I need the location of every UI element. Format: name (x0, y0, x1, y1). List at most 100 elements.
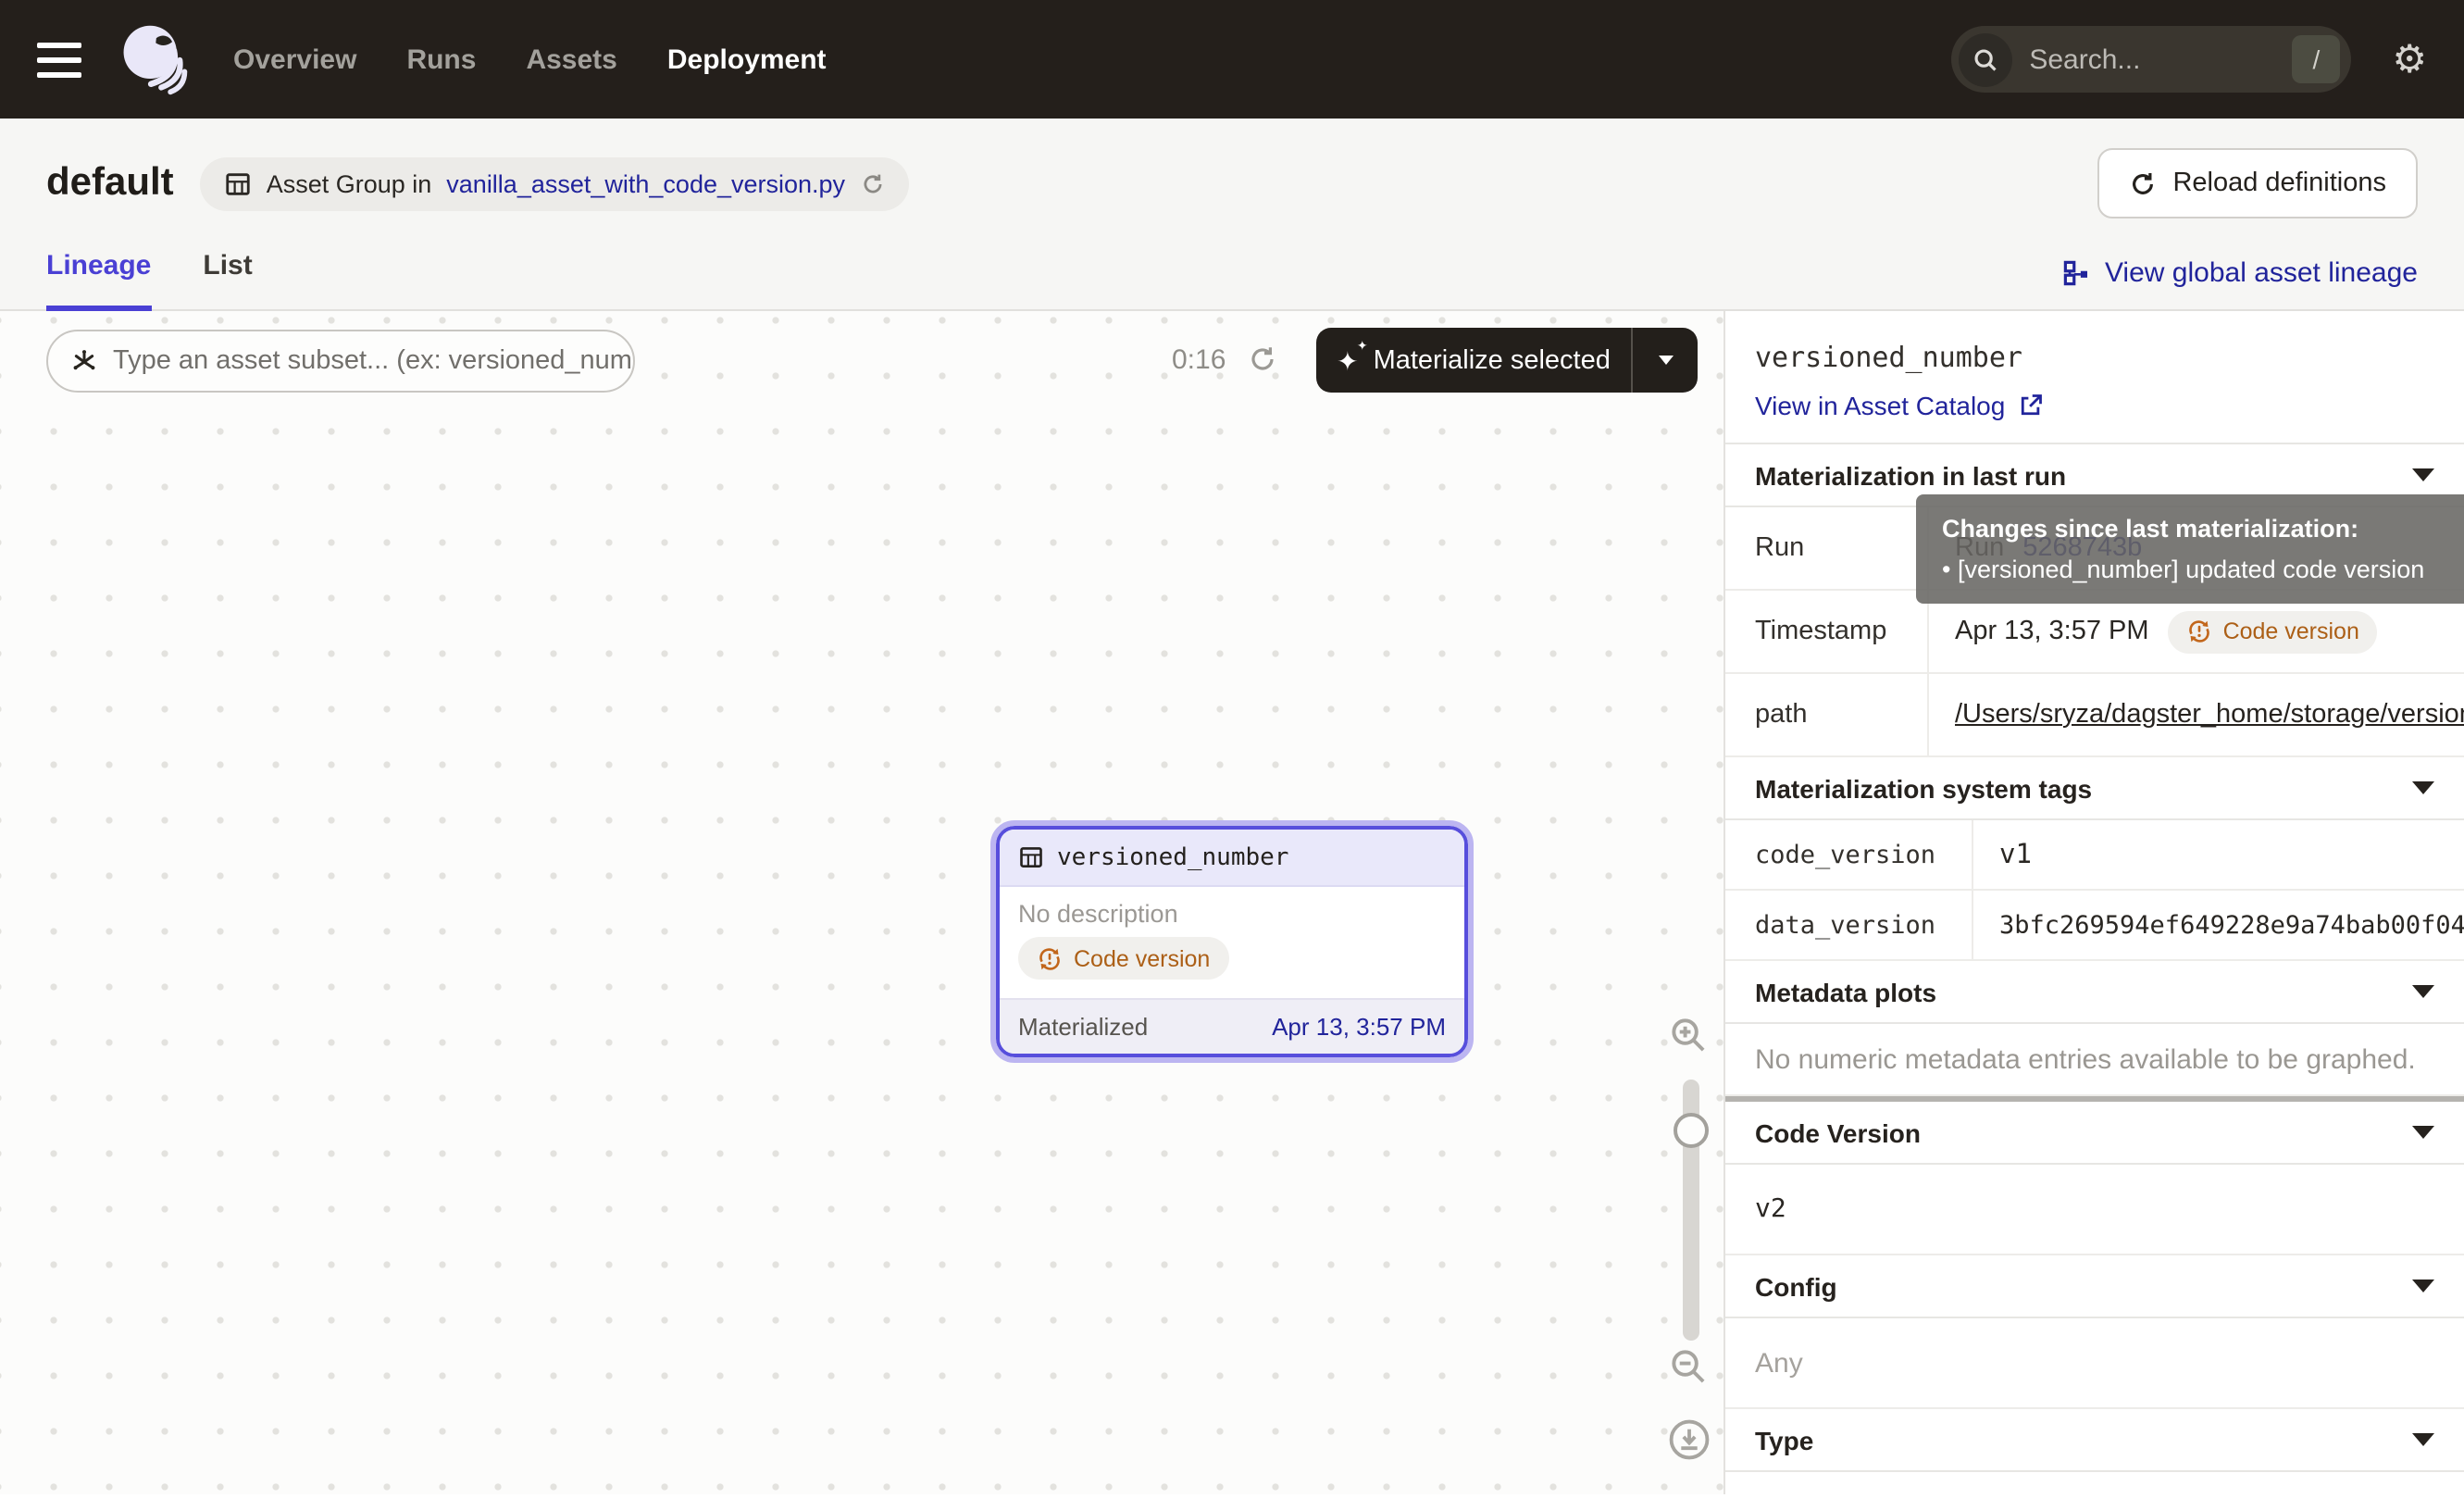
op-selector-icon (70, 347, 98, 375)
settings-gear-icon[interactable]: ⚙ (2392, 40, 2427, 79)
asset-node-versioned-number[interactable]: versioned_number No description (996, 826, 1468, 1056)
section-title: Code Version (1755, 1117, 1921, 1147)
tab-lineage[interactable]: Lineage (46, 250, 151, 311)
materialize-selected-label: Materialize selected (1374, 345, 1611, 375)
search-input[interactable]: Search... / (1951, 26, 2351, 93)
zoom-out-icon[interactable] (1668, 1346, 1709, 1387)
kv-key: Timestamp (1725, 591, 1929, 672)
section-code-version[interactable]: Code Version (1725, 1102, 2464, 1165)
kv-row-data-version: data_version 3bfc269594ef649228e9a74bab0… (1725, 891, 2464, 961)
view-in-asset-catalog-label: View in Asset Catalog (1755, 391, 2005, 420)
storage-path-link[interactable]: /Users/sryza/dagster_home/storage/versio… (1955, 700, 2464, 730)
section-config[interactable]: Config (1725, 1255, 2464, 1318)
changes-since-materialization-tooltip: Changes since last materialization: • [v… (1916, 494, 2464, 604)
asset-group-grid-icon (224, 169, 252, 197)
page-title: default (46, 161, 174, 206)
asset-node-description: No description (1018, 900, 1446, 928)
section-metadata-plots[interactable]: Metadata plots (1725, 961, 2464, 1024)
asset-node-body: No description (1000, 887, 1464, 997)
external-link-icon (2018, 393, 2044, 418)
view-in-asset-catalog-link[interactable]: View in Asset Catalog (1755, 391, 2434, 420)
tooltip-change-item: • [versioned_number] updated code versio… (1942, 549, 2464, 589)
search-shortcut-key: / (2292, 35, 2340, 83)
content: Type an asset subset... (ex: versioned_n… (0, 311, 2464, 1494)
code-version-definition-value: v2 (1725, 1165, 2464, 1255)
asset-subset-placeholder: Type an asset subset... (ex: versioned_n… (113, 346, 635, 376)
asset-node-header: versioned_number (1000, 830, 1464, 887)
asset-node-footer: Materialized Apr 13, 3:57 PM (1000, 997, 1464, 1053)
panel-header: versioned_number View in Asset Catalog (1725, 311, 2464, 444)
section-title: Config (1755, 1271, 1837, 1301)
section-title: Type (1755, 1425, 1813, 1454)
panel-asset-name: versioned_number (1755, 341, 2434, 374)
code-version-value: v1 (1973, 820, 2464, 889)
code-version-badge-label: Code version (1074, 945, 1210, 971)
nav-item-overview[interactable]: Overview (233, 44, 356, 75)
view-global-asset-lineage-label: View global asset lineage (2105, 257, 2418, 289)
lineage-graph-canvas[interactable]: Type an asset subset... (ex: versioned_n… (0, 311, 1724, 1494)
top-nav: Overview Runs Assets Deployment Search..… (0, 0, 2464, 119)
materialize-selected-button[interactable]: ✦✦ Materialize selected (1316, 328, 1698, 393)
asset-group-breadcrumb: Asset Group in vanilla_asset_with_code_v… (200, 156, 908, 210)
collapse-caret-icon[interactable] (2412, 781, 2434, 794)
code-version-badge-label: Code version (2223, 618, 2359, 644)
code-version-changed-icon (1037, 945, 1063, 971)
collapse-caret-icon[interactable] (2412, 1433, 2434, 1446)
nav-links: Overview Runs Assets Deployment (233, 44, 827, 75)
kv-row-path: path /Users/sryza/dagster_home/storage/v… (1725, 674, 2464, 757)
kv-key: path (1725, 674, 1929, 755)
kv-key: Run (1725, 507, 1929, 589)
reload-definitions-button[interactable]: Reload definitions (2097, 148, 2418, 218)
hamburger-menu-icon[interactable] (37, 42, 81, 77)
timestamp-value: Apr 13, 3:57 PM (1955, 617, 2149, 646)
zoom-in-icon[interactable] (1668, 1015, 1709, 1055)
page-header: default Asset Group in vanilla_asset_wit… (0, 119, 2464, 226)
materialized-timestamp-link[interactable]: Apr 13, 3:57 PM (1272, 1012, 1446, 1040)
data-version-value: 3bfc269594ef649228e9a74bab00f04 (1973, 891, 2464, 959)
table-grid-icon (1018, 844, 1044, 870)
metadata-plots-empty-message: No numeric metadata entries available to… (1725, 1024, 2464, 1096)
download-graph-icon[interactable] (1668, 1418, 1711, 1461)
code-version-badge: Code version (2168, 610, 2378, 653)
reload-definitions-label: Reload definitions (2172, 169, 2386, 198)
asset-node-name: versioned_number (1057, 843, 1288, 871)
lineage-graph-icon (2062, 259, 2090, 287)
kv-key: data_version (1725, 891, 1973, 959)
config-value: Any (1725, 1318, 2464, 1409)
search-icon (1959, 32, 2012, 86)
collapse-caret-icon[interactable] (2412, 1280, 2434, 1292)
dagster-logo-icon[interactable] (115, 20, 193, 98)
tab-list[interactable]: List (203, 250, 252, 311)
materialized-status-label: Materialized (1018, 1012, 1148, 1040)
zoom-slider-handle[interactable] (1674, 1113, 1709, 1148)
asset-group-file-link[interactable]: vanilla_asset_with_code_version.py (446, 169, 845, 197)
dagster-app: Overview Runs Assets Deployment Search..… (0, 0, 2464, 1498)
collapse-caret-icon[interactable] (2412, 468, 2434, 481)
nav-item-deployment[interactable]: Deployment (667, 44, 827, 75)
section-title: Materialization in last run (1755, 460, 2066, 490)
section-title: Materialization system tags (1755, 773, 2092, 803)
reload-icon (2128, 169, 2156, 197)
asset-group-label: Asset Group in (267, 169, 432, 197)
system-tags-table: code_version v1 data_version 3bfc269594e… (1725, 820, 2464, 961)
section-materialization-system-tags[interactable]: Materialization system tags (1725, 757, 2464, 820)
refresh-definitions-icon[interactable] (860, 171, 884, 195)
tooltip-title: Changes since last materialization: (1942, 509, 2464, 549)
code-version-changed-icon (2186, 618, 2212, 644)
code-version-badge: Code version (1018, 937, 1228, 980)
asset-subset-input[interactable]: Type an asset subset... (ex: versioned_n… (46, 330, 635, 393)
collapse-caret-icon[interactable] (2412, 1126, 2434, 1139)
collapse-caret-icon[interactable] (2412, 985, 2434, 998)
nav-item-assets[interactable]: Assets (526, 44, 616, 75)
nav-item-runs[interactable]: Runs (406, 44, 476, 75)
section-title: Metadata plots (1755, 977, 1936, 1006)
asset-details-panel: versioned_number View in Asset Catalog M… (1724, 311, 2464, 1494)
kv-key: code_version (1725, 820, 1973, 889)
refresh-now-icon[interactable] (1248, 344, 1277, 374)
kv-row-code-version: code_version v1 (1725, 820, 2464, 891)
sparkles-icon: ✦✦ (1337, 347, 1358, 373)
search-placeholder: Search... (2029, 44, 2275, 75)
zoom-controls (1662, 311, 1718, 1494)
view-global-asset-lineage-link[interactable]: View global asset lineage (2062, 257, 2418, 309)
section-type[interactable]: Type (1725, 1409, 2464, 1472)
